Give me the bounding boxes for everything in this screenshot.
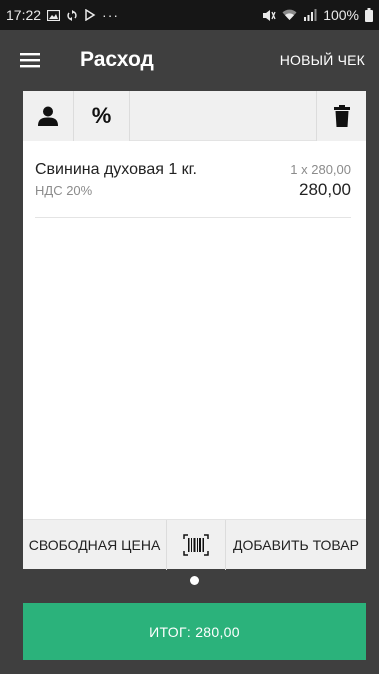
- receipt-toolbar: %: [23, 91, 366, 141]
- person-icon: [38, 106, 58, 126]
- status-right: 100%: [262, 7, 373, 23]
- barcode-scan-icon: [183, 534, 209, 556]
- status-more: ···: [102, 7, 120, 23]
- status-bar: 17:22 ··· 100%: [0, 0, 379, 30]
- bottom-action-bar: СВОБОДНАЯ ЦЕНА ДОБАВИТЬ ТОВАР: [23, 519, 366, 570]
- item-total: 280,00: [299, 180, 351, 199]
- customer-button[interactable]: [23, 91, 73, 141]
- item-name: Свинина духовая 1 кг.: [35, 161, 197, 178]
- list-item[interactable]: Свинина духовая 1 кг. НДС 20% 1 x 280,00…: [35, 157, 351, 213]
- item-divider: [35, 217, 351, 218]
- signal-icon: [303, 9, 317, 21]
- status-time: 17:22: [6, 7, 42, 23]
- barcode-scan-button[interactable]: [167, 520, 225, 570]
- wifi-icon: [282, 9, 297, 21]
- play-icon: [84, 9, 96, 21]
- percent-label: %: [91, 103, 112, 128]
- delete-button[interactable]: [317, 91, 366, 141]
- sync-icon: [66, 9, 78, 22]
- free-price-button[interactable]: СВОБОДНАЯ ЦЕНА: [23, 520, 166, 570]
- add-item-button[interactable]: ДОБАВИТЬ ТОВАР: [226, 520, 366, 570]
- status-left: 17:22 ···: [6, 7, 119, 23]
- image-icon: [47, 9, 61, 21]
- battery-icon: [365, 8, 373, 22]
- toolbar-divider: [129, 91, 130, 141]
- new-check-button[interactable]: НОВЫЙ ЧЕК: [280, 30, 365, 90]
- hamburger-menu-icon: [20, 53, 40, 68]
- trash-icon: [333, 105, 350, 127]
- battery-percent: 100%: [323, 7, 359, 23]
- page-indicator-dot: [190, 576, 199, 585]
- menu-button[interactable]: [0, 30, 60, 90]
- page-title: Расход: [80, 48, 154, 71]
- receipt-card: % Свинина духовая 1 кг. НДС 20% 1 x 280,…: [23, 91, 366, 570]
- item-qty-price: 1 x 280,00: [290, 162, 351, 177]
- app-bar: Расход НОВЫЙ ЧЕК: [0, 30, 379, 90]
- discount-button[interactable]: %: [74, 91, 129, 141]
- mute-icon: [262, 9, 276, 22]
- item-vat: НДС 20%: [35, 183, 93, 198]
- total-checkout-button[interactable]: ИТОГ: 280,00: [23, 603, 366, 660]
